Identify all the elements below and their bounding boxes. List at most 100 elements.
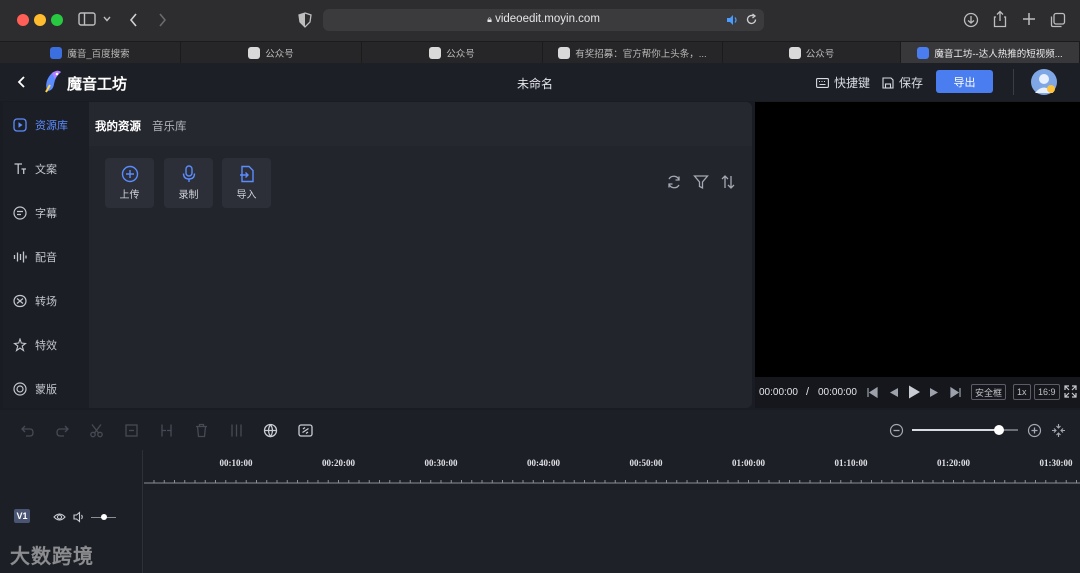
ruler-label: 00:30:00 [424,458,458,468]
fullscreen-icon[interactable] [1064,385,1077,398]
sidebar-item-copywriting[interactable]: 文案 [13,160,57,178]
zoom-slider-knob[interactable] [993,425,1004,435]
left-sidebar: 资源库 文案 字幕 配音 转场 特效 蒙版 [3,102,89,408]
zoom-slider-fill [912,429,999,431]
sidebar-toggle-icon[interactable] [78,12,96,26]
transition-icon [13,294,27,308]
address-bar[interactable]: 🔒︎ videoedit.moyin.com [323,9,764,31]
moyin-favicon-icon [917,46,930,59]
browser-tab[interactable]: 公众号 [362,42,543,63]
speed-selector[interactable]: 1x [1013,384,1031,400]
ruler-ticks [144,480,1080,484]
back-icon[interactable] [16,75,28,89]
ruler-label: 01:00:00 [732,458,765,468]
record-button[interactable]: 录制 [164,158,213,208]
browser-tab[interactable]: 公众号 [723,42,901,63]
sidebar-item-label: 字幕 [35,208,57,220]
shortcuts-button[interactable]: 快捷键 [816,74,870,91]
browser-tab[interactable]: 魔音_百度搜索 [0,42,181,63]
browser-tab-active[interactable]: 魔音工坊--达人热推的短视频... [901,42,1080,63]
zoom-in-icon[interactable] [1027,423,1042,438]
ruler-label: 01:10:00 [834,458,868,468]
freeze-frame-icon[interactable] [229,423,244,438]
refresh-icon[interactable] [666,174,682,190]
track-volume-knob[interactable] [101,514,107,520]
panel-tab-bar: 我的资源 音乐库 [89,102,752,146]
forward-arrow-icon[interactable] [156,12,168,28]
privacy-shield-icon[interactable] [298,12,312,28]
player-controls: 00:00:00 / 00:00:00 安全框 1x 16:9 [755,377,1080,408]
timeline-toolbar [0,410,1080,450]
sidebar-item-label: 转场 [35,296,57,308]
tab-label: 公众号 [265,48,294,60]
new-tab-icon[interactable] [1022,12,1036,26]
tool-label: 上传 [119,190,140,201]
delete-icon[interactable] [194,423,209,438]
video-preview[interactable] [755,102,1080,377]
play-icon[interactable] [906,384,922,400]
track-area[interactable] [144,490,1080,573]
sidebar-item-transitions[interactable]: 转场 [13,292,57,310]
ruler-label: 00:50:00 [629,458,663,468]
volume-icon[interactable] [73,511,86,523]
speaker-icon[interactable] [726,14,739,26]
download-icon[interactable] [963,12,979,28]
close-window-button[interactable] [17,14,29,26]
tab-overview-icon[interactable] [1050,12,1066,28]
safe-frame-toggle[interactable]: 安全框 [971,384,1007,400]
brand-name: 魔音工坊 [67,76,128,93]
zoom-window-button[interactable] [51,14,63,26]
undo-icon[interactable] [20,423,35,438]
time-ruler[interactable]: 00:10:00 00:20:00 00:30:00 00:40:00 00:50:00… [144,450,1080,490]
tab-music-library[interactable]: 音乐库 [152,118,187,134]
header-divider [1013,69,1014,95]
redo-icon[interactable] [55,423,70,438]
fit-timeline-icon[interactable] [1051,423,1066,438]
avatar[interactable] [1031,69,1057,95]
sidebar-item-label: 特效 [35,340,57,352]
import-icon [239,165,254,183]
split-icon[interactable] [159,423,174,438]
mask-icon [13,382,27,396]
save-label: 保存 [899,76,924,90]
crop-icon[interactable] [124,423,139,438]
tab-my-resources[interactable]: 我的资源 [95,118,141,134]
back-arrow-icon[interactable] [128,12,140,28]
zoom-out-icon[interactable] [889,423,904,438]
link-icon[interactable] [298,423,313,438]
text-icon [14,163,26,174]
next-frame-icon[interactable] [928,386,941,399]
tab-label: 公众号 [805,48,835,60]
skip-end-icon[interactable] [949,386,962,399]
upload-button[interactable]: 上传 [105,158,154,208]
cut-icon[interactable] [89,423,104,438]
app-header: 魔音工坊 未命名 快捷键 保存 导出 [0,63,1080,101]
sidebar-item-effects[interactable]: 特效 [13,336,57,354]
waveform-icon [13,251,27,263]
browser-tab[interactable]: 有奖招募：官方帮你上头条，... [543,42,723,63]
chevron-down-icon[interactable] [102,14,112,24]
tab-label: 公众号 [446,48,475,60]
previous-frame-icon[interactable] [887,386,900,399]
globe-icon[interactable] [263,423,278,438]
save-button[interactable]: 保存 [882,74,923,91]
browser-tab[interactable]: 公众号 [181,42,362,63]
aspect-ratio-selector[interactable]: 16:9 [1034,384,1060,400]
minimize-window-button[interactable] [34,14,46,26]
document-title[interactable]: 未命名 [480,75,590,92]
export-button[interactable]: 导出 [936,70,993,93]
reload-icon[interactable] [745,13,758,26]
skip-start-icon[interactable] [866,386,879,399]
filter-icon[interactable] [693,174,709,190]
current-time: 00:00:00 [759,387,798,398]
sort-icon[interactable] [720,174,736,190]
sidebar-item-dubbing[interactable]: 配音 [13,248,57,266]
browser-toolbar: 🔒︎ videoedit.moyin.com [0,0,1080,41]
sidebar-item-subtitles[interactable]: 字幕 [13,204,57,222]
sidebar-item-mask[interactable]: 蒙版 [13,380,57,398]
sidebar-item-label: 配音 [35,252,57,264]
sidebar-item-resources[interactable]: 资源库 [13,116,68,134]
eye-icon[interactable] [53,511,66,523]
import-button[interactable]: 导入 [222,158,271,208]
share-icon[interactable] [993,10,1007,28]
